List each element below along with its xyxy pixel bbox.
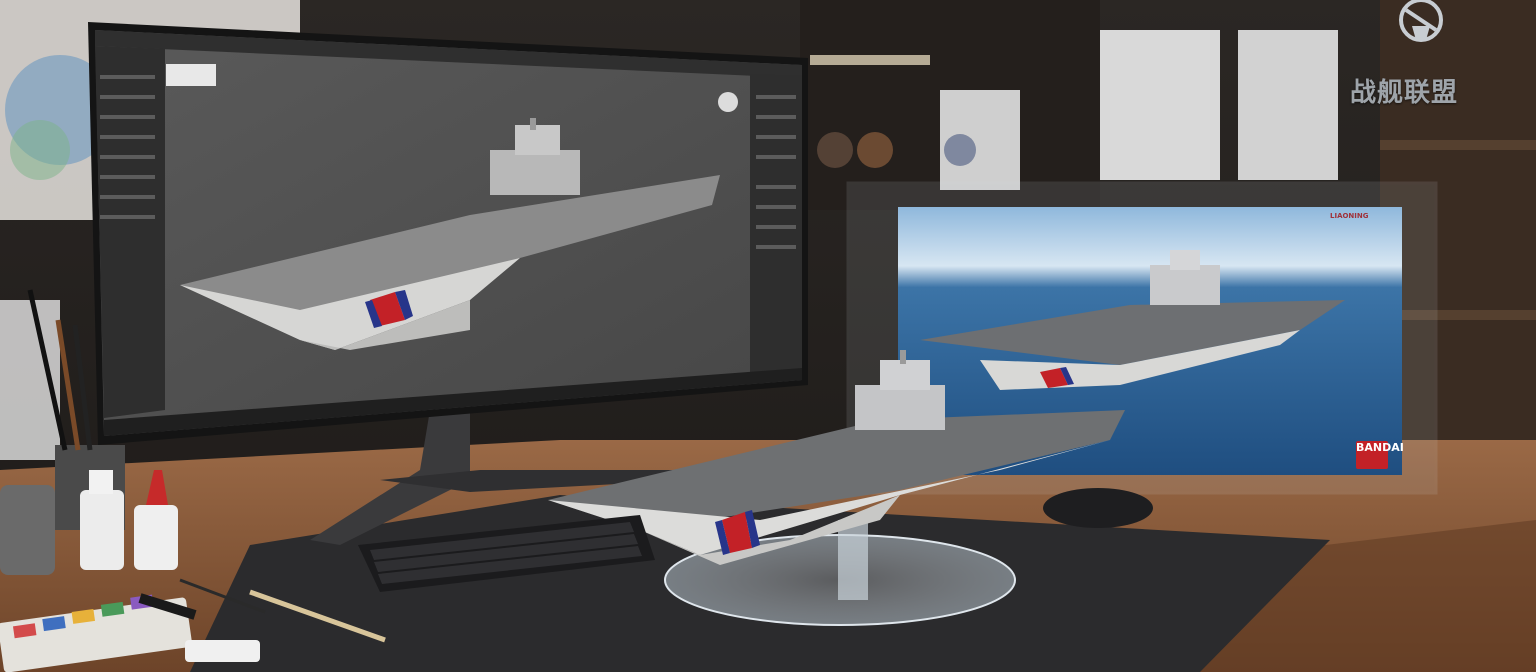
mouse	[1043, 488, 1153, 528]
left-panel	[95, 46, 165, 418]
poster-brand-logo: BANDAI	[1356, 441, 1404, 469]
watermark-logo-text: 战舰联盟	[1350, 78, 1459, 108]
workspace-scene	[0, 0, 1536, 672]
poster-title: LIAONING	[1330, 212, 1369, 220]
glue-bottle	[80, 490, 124, 570]
cement-bottle	[134, 505, 178, 570]
